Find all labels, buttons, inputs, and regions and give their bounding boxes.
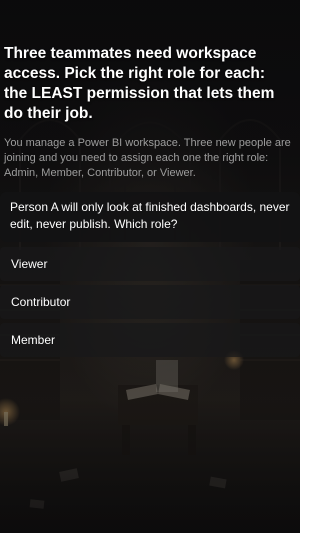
quiz-screen: Three teammates need workspace access. P… xyxy=(0,0,300,533)
option-viewer-button[interactable]: Viewer xyxy=(0,247,300,281)
answer-options: Viewer Contributor Member xyxy=(0,247,300,361)
option-member-button[interactable]: Member xyxy=(0,323,300,357)
quiz-description: You manage a Power BI workspace. Three n… xyxy=(4,137,291,179)
option-contributor-button[interactable]: Contributor xyxy=(0,285,300,319)
question-card: Person A will only look at finished dash… xyxy=(0,192,300,242)
quiz-title: Three teammates need workspace access. P… xyxy=(4,45,275,122)
